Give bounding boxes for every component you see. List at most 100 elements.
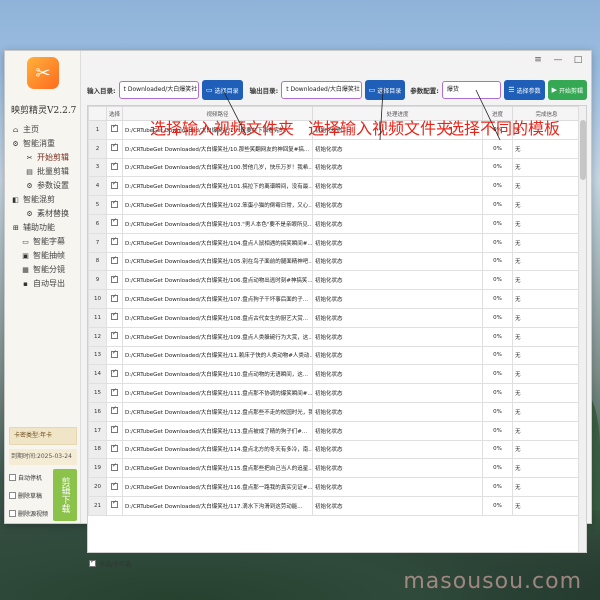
sidebar-item[interactable]: ⌂ 主页 [11, 123, 79, 137]
table-row[interactable]: 15 D:/CRTubeGet Downloaded/大白爆笑社/111.盘点那不… [88, 383, 581, 403]
sidebar-item[interactable]: ⚙ 参数设置 [11, 179, 79, 193]
output-dir-button[interactable]: ▭ 选择目录 [364, 80, 406, 100]
table-row[interactable]: 11 D:/CRTubeGet Downloaded/大白爆笑社/108.盘点古代… [88, 307, 581, 328]
output-dir-field[interactable]: t Downloaded/大白爆笑社 [281, 81, 362, 99]
row-select[interactable] [106, 307, 123, 328]
row-index: 20 [88, 477, 107, 497]
row-select[interactable] [106, 420, 123, 441]
checkbox[interactable] [111, 424, 118, 434]
cut-download-button[interactable]: 剪辑下载 [53, 469, 77, 521]
row-select[interactable] [106, 383, 123, 403]
option-delete-drafts[interactable]: 删除草稿 [9, 491, 42, 500]
checkbox[interactable] [111, 274, 118, 283]
table-row[interactable]: 7 D:/CRTubeGet Downloaded/大白爆笑社/104.盘点人鼠相… [88, 232, 581, 253]
sidebar-item[interactable]: ▤ 批量剪辑 [11, 165, 79, 179]
input-dir-field[interactable]: t Downloaded/大白爆笑社 [118, 81, 199, 99]
option-delete-source[interactable]: 删除源视频 [9, 509, 48, 518]
table-row[interactable]: 9 D:/CRTubeGet Downloaded/大白爆笑社/106.盘点动物出… [88, 270, 581, 291]
table-row[interactable]: 8 D:/CRTubeGet Downloaded/大白爆笑社/105.别在鸟子面… [88, 251, 581, 272]
table-row[interactable]: 2 D:/CRTubeGet Downloaded/大白爆笑社/10.那些笑翻网友… [88, 138, 581, 159]
table-row[interactable]: 13 D:/CRTubeGet Downloaded/大白爆笑社/11.赖床子快的… [88, 345, 581, 366]
table-row[interactable]: 18 D:/CRTubeGet Downloaded/大白爆笑社/114.盘点北方… [88, 439, 581, 460]
checkbox[interactable] [111, 236, 118, 246]
row-select[interactable] [106, 157, 123, 178]
row-select[interactable] [106, 138, 123, 159]
row-select[interactable] [106, 251, 123, 272]
table-row[interactable]: 21 D:/CRTubeGet Downloaded/大白爆笑社/117.滴水下沟… [88, 495, 581, 516]
row-select[interactable] [106, 477, 123, 497]
sidebar-item[interactable]: ⚙ 素材替换 [11, 207, 79, 221]
table-row[interactable]: 4 D:/CRTubeGet Downloaded/大白爆笑社/101.搞拉下的离… [88, 176, 581, 197]
row-select[interactable] [106, 195, 123, 215]
row-select[interactable] [106, 458, 123, 479]
row-select[interactable] [106, 176, 123, 197]
start-cut-button[interactable]: ▶ 开始剪辑 [547, 80, 588, 100]
checkbox[interactable] [111, 481, 118, 490]
sidebar-item[interactable]: ▦ 智能分镜 [11, 263, 79, 277]
sidebar-item[interactable]: ◧ 智能混剪 [11, 193, 79, 207]
checkbox[interactable] [111, 199, 118, 208]
row-select[interactable] [106, 213, 123, 234]
row-select[interactable] [106, 326, 123, 347]
checkbox[interactable] [111, 462, 118, 471]
checkbox[interactable] [111, 499, 118, 509]
table-row[interactable]: 17 D:/CRTubeGet Downloaded/大白爆笑社/113.盘点被成… [88, 420, 581, 441]
select-all-toggle[interactable]: 全选/全不选 [89, 558, 131, 568]
table-row[interactable]: 3 D:/CRTubeGet Downloaded/大白爆笑社/100.赞他几岁，… [88, 157, 581, 178]
sidebar-item[interactable]: ✂ 开始剪辑 [11, 151, 79, 165]
table-row[interactable]: 16 D:/CRTubeGet Downloaded/大白爆笑社/112.盘点那些… [88, 401, 581, 422]
row-select[interactable] [106, 364, 123, 385]
param-config-field[interactable]: 爆货 [441, 81, 502, 99]
checkbox[interactable] [111, 293, 118, 302]
minimize-icon[interactable]: — [553, 55, 563, 65]
checkbox[interactable] [9, 510, 16, 517]
row-status: 初始化状态 [312, 326, 483, 347]
table-row[interactable]: 20 D:/CRTubeGet Downloaded/大白爆笑社/116.盘点那一… [88, 477, 581, 497]
sidebar-item[interactable]: ▣ 智能抽帧 [11, 249, 79, 263]
table-row[interactable]: 14 D:/CRTubeGet Downloaded/大白爆笑社/110.盘点动物… [88, 364, 581, 385]
checkbox[interactable] [111, 161, 118, 170]
maximize-icon[interactable]: □ [573, 55, 583, 65]
row-select[interactable] [106, 495, 123, 516]
row-select[interactable] [106, 439, 123, 460]
col-select[interactable]: 选择 [106, 106, 123, 121]
checkbox[interactable] [111, 405, 118, 415]
checkbox[interactable] [111, 443, 118, 452]
table-row[interactable]: 6 D:/CRTubeGet Downloaded/大白爆笑社/103."男人本色… [88, 213, 581, 234]
table-row[interactable]: 10 D:/CRTubeGet Downloaded/大白爆笑社/107.盘点狗子… [88, 289, 581, 309]
scroll-thumb[interactable] [580, 120, 586, 180]
row-info: 无 [512, 383, 581, 403]
table-row[interactable]: 19 D:/CRTubeGet Downloaded/大白爆笑社/115.盘点那些… [88, 458, 581, 479]
checkbox[interactable] [111, 349, 118, 358]
sidebar-item[interactable]: ⊞ 辅助功能 [11, 221, 79, 235]
checkbox[interactable] [111, 255, 118, 264]
row-select[interactable] [106, 232, 123, 253]
table-row[interactable]: 12 D:/CRTubeGet Downloaded/大白爆笑社/109.盘点人类… [88, 326, 581, 347]
sidebar-item[interactable]: ⚙ 智能消重 [11, 137, 79, 151]
row-select[interactable] [106, 270, 123, 291]
checkbox[interactable] [111, 123, 118, 133]
checkbox[interactable] [9, 474, 16, 481]
table-scrollbar[interactable] [578, 106, 586, 552]
checkbox[interactable] [111, 311, 118, 321]
checkbox[interactable] [9, 492, 16, 499]
sidebar-item[interactable]: ▭ 智能字幕 [11, 235, 79, 249]
menu-icon[interactable]: ≡ [533, 55, 543, 65]
checkbox[interactable] [111, 180, 118, 189]
row-select[interactable] [106, 120, 123, 140]
checkbox[interactable] [111, 368, 118, 377]
option-auto-shutdown[interactable]: 自动停机 [9, 473, 42, 482]
row-select[interactable] [106, 289, 123, 309]
watermark: masousou.com [403, 569, 582, 594]
checkbox[interactable] [111, 330, 118, 340]
param-select-button[interactable]: ☰ 选择参数 [504, 80, 545, 100]
input-dir-button[interactable]: ▭ 选择目录 [201, 80, 243, 100]
checkbox[interactable] [111, 142, 118, 152]
checkbox[interactable] [111, 217, 118, 227]
checkbox[interactable] [111, 387, 118, 396]
row-select[interactable] [106, 345, 123, 366]
sidebar-item[interactable]: ▪ 自动导出 [11, 277, 79, 291]
table-row[interactable]: 5 D:/CRTubeGet Downloaded/大白爆笑社/102.笨蛋小猫的… [88, 195, 581, 215]
row-select[interactable] [106, 401, 123, 422]
checkbox[interactable] [89, 558, 96, 567]
